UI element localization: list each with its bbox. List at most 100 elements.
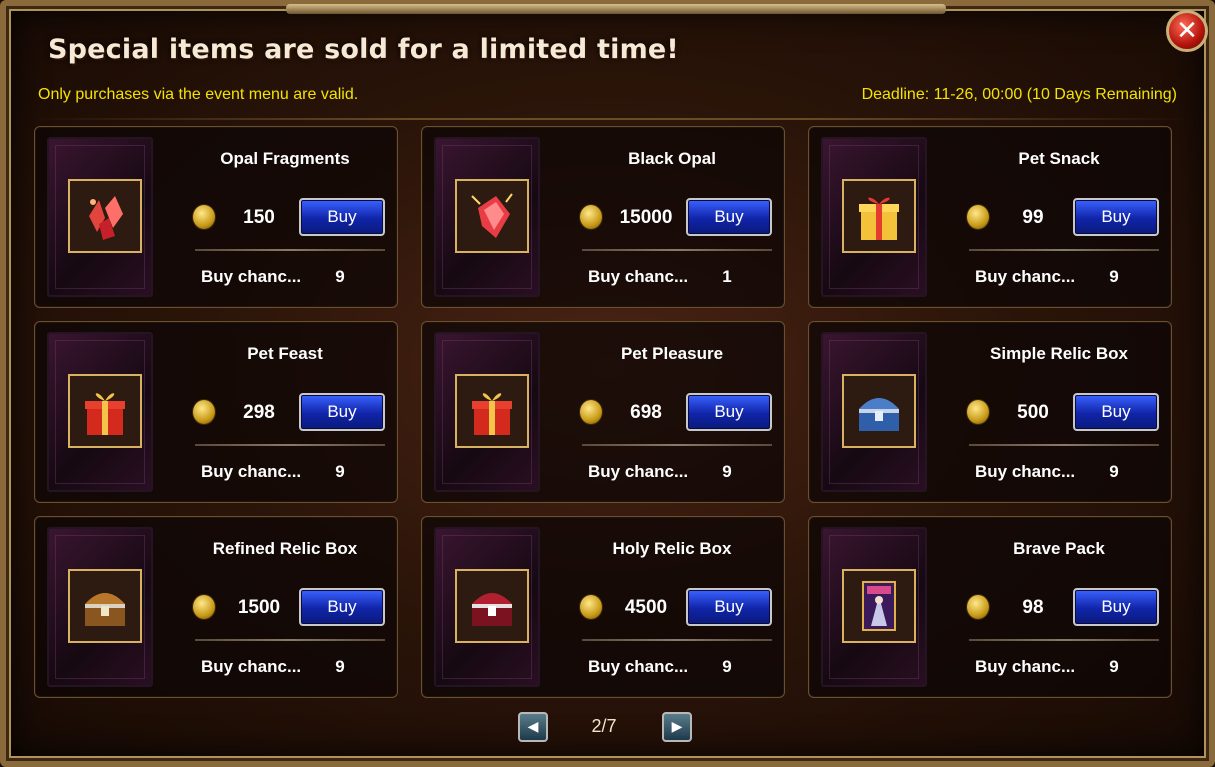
top-ornament [286,4,946,14]
buy-chance-label: Buy chanc... [975,462,1076,481]
buy-chance-label: Buy chanc... [588,267,689,286]
next-arrow-icon: ▶ [671,719,683,735]
card-divider [582,639,772,641]
card-divider [195,249,385,251]
buy-button[interactable]: Buy [686,588,772,626]
item-name: Holy Relic Box [612,539,732,558]
item-slot[interactable] [68,179,142,253]
buy-chance-label: Buy chanc... [588,462,689,481]
buy-chance-label: Buy chanc... [201,267,302,286]
item-slot[interactable] [455,374,529,448]
red-chest-icon [472,593,512,626]
item-card: Brave Pack 98 Buy Buy chanc... 9 [808,516,1172,698]
buy-chance-label: Buy chanc... [201,657,302,676]
buy-button[interactable]: Buy [1073,393,1159,431]
item-name: Pet Feast [247,344,323,363]
item-card: Refined Relic Box 1500 Buy Buy chanc... … [34,516,398,698]
gold-coin-icon [580,595,602,619]
buy-button[interactable]: Buy [299,393,385,431]
buy-chance-value: 1 [722,267,732,286]
close-icon: ✕ [1176,16,1198,46]
buy-button[interactable]: Buy [299,198,385,236]
buy-chance-label: Buy chanc... [588,657,689,676]
item-price: 4500 [624,597,668,618]
header-divider [30,118,1190,120]
deadline-text: Deadline: 11-26, 00:00 (10 Days Remainin… [861,86,1177,103]
event-notice: Only purchases via the event menu are va… [38,86,359,103]
item-price: 1500 [237,597,281,618]
card-divider [582,249,772,251]
buy-chance-value: 9 [1109,462,1119,481]
gift-box-red-icon [85,393,125,435]
buy-chance-value: 9 [335,267,345,286]
gold-coin-icon [193,595,215,619]
item-card: Pet Pleasure 698 Buy Buy chanc... 9 [421,321,785,503]
card-divider [969,444,1159,446]
character-card-icon [862,581,896,631]
gold-coin-icon [967,400,989,424]
buy-button[interactable]: Buy [1073,588,1159,626]
gold-coin-icon [580,400,602,424]
item-name: Pet Snack [1018,149,1100,168]
prev-page-button[interactable]: ◀ [518,712,548,742]
item-slot[interactable] [68,569,142,643]
item-name: Refined Relic Box [212,539,358,558]
gift-box-yellow-icon [859,197,899,240]
item-slot[interactable] [455,569,529,643]
buy-chance-value: 9 [722,657,732,676]
buy-chance-value: 9 [1109,267,1119,286]
gold-coin-icon [967,595,989,619]
item-card: Opal Fragments 150 Buy Buy chanc... 9 [34,126,398,308]
buy-button[interactable]: Buy [1073,198,1159,236]
close-button[interactable]: ✕ [1166,10,1208,52]
card-divider [195,444,385,446]
item-price: 15000 [619,207,673,228]
item-name: Pet Pleasure [620,344,724,363]
item-card: Pet Feast 298 Buy Buy chanc... 9 [34,321,398,503]
buy-button[interactable]: Buy [686,393,772,431]
card-divider [195,639,385,641]
opal-fragments-icon [89,196,123,240]
buy-chance-label: Buy chanc... [975,267,1076,286]
next-page-button[interactable]: ▶ [662,712,692,742]
card-divider [969,639,1159,641]
buy-chance-value: 9 [722,462,732,481]
window-title: Special items are sold for a limited tim… [48,34,679,65]
buy-chance-value: 9 [335,462,345,481]
item-slot[interactable] [842,569,916,643]
gift-box-red-icon [472,393,512,435]
item-slot[interactable] [842,374,916,448]
item-slot[interactable] [455,179,529,253]
page-indicator: 2/7 [591,716,617,736]
buy-chance-label: Buy chanc... [201,462,302,481]
item-price: 298 [243,402,275,423]
buy-button[interactable]: Buy [299,588,385,626]
item-slot[interactable] [68,374,142,448]
gold-coin-icon [580,205,602,229]
item-slot[interactable] [842,179,916,253]
buy-chance-value: 9 [1109,657,1119,676]
item-price: 698 [630,402,662,423]
gold-coin-icon [967,205,989,229]
item-name: Black Opal [628,149,716,168]
item-name: Brave Pack [1013,539,1105,558]
item-price: 98 [1022,597,1044,618]
item-price: 500 [1017,402,1049,423]
item-card: Black Opal 15000 Buy Buy chanc... 1 [421,126,785,308]
gold-coin-icon [193,400,215,424]
prev-arrow-icon: ◀ [527,719,539,735]
card-divider [969,249,1159,251]
buy-chance-value: 9 [335,657,345,676]
gold-coin-icon [193,205,215,229]
buy-chance-label: Buy chanc... [975,657,1076,676]
blue-chest-icon [859,398,899,431]
item-card: Pet Snack 99 Buy Buy chanc... 9 [808,126,1172,308]
card-divider [582,444,772,446]
black-opal-icon [471,193,513,238]
item-name: Opal Fragments [220,149,350,168]
item-name: Simple Relic Box [990,344,1128,363]
gold-chest-icon [85,593,125,626]
buy-button[interactable]: Buy [686,198,772,236]
item-card: Holy Relic Box 4500 Buy Buy chanc... 9 [421,516,785,698]
item-card: Simple Relic Box 500 Buy Buy chanc... 9 [808,321,1172,503]
